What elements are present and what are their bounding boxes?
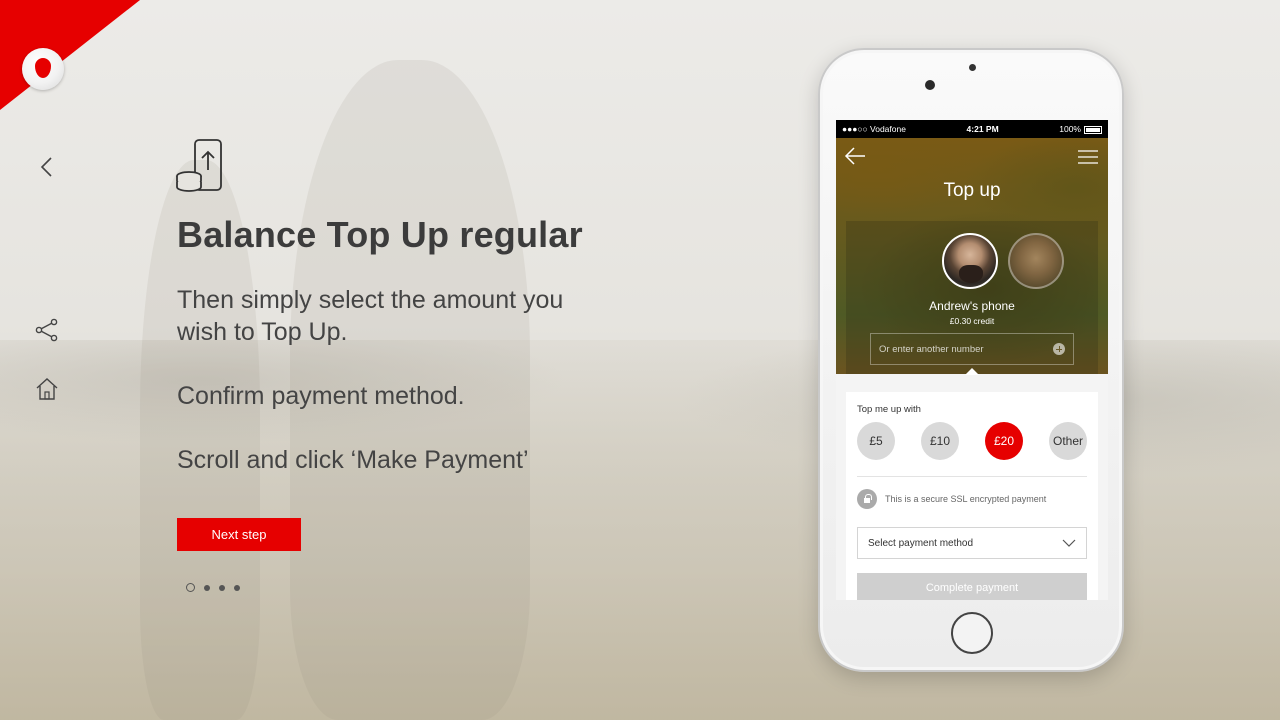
phone-screen: ●●●○○ Vodafone 4:21 PM 100% Top up Andre… [836,120,1108,600]
contact-panel: Andrew's phone £0.30 credit Or enter ano… [846,221,1098,374]
amount-option-selected[interactable]: £20 [985,422,1023,460]
battery-icon [1084,125,1102,134]
pagination-dots [186,583,240,592]
panel-pointer [965,368,979,375]
brand-corner [0,0,140,110]
pagination-dot[interactable] [234,584,240,591]
chevron-down-icon [1062,539,1076,547]
pagination-dot[interactable] [219,584,225,591]
instruction-steps: Then simply select the amount you wish t… [177,284,597,508]
complete-payment-button[interactable]: Complete payment [857,573,1087,600]
secure-text: This is a secure SSL encrypted payment [885,494,1047,504]
chevron-left-icon[interactable] [34,154,60,180]
topup-label: Top me up with [857,404,921,415]
share-icon[interactable] [34,317,60,343]
amount-option-other[interactable]: Other [1049,422,1087,460]
phone-sensor [969,64,976,71]
divider [857,476,1087,477]
home-icon[interactable] [34,376,60,402]
app-title: Top up [943,180,1001,201]
amount-option[interactable]: £5 [857,422,895,460]
next-step-button[interactable]: Next step [177,518,301,551]
status-carrier: ●●●○○ Vodafone [842,124,906,134]
add-number-plus-icon[interactable] [1053,343,1065,355]
other-number-input[interactable]: Or enter another number [870,333,1074,365]
topup-card: Top me up with £5 £10 £20 Other This is … [846,392,1098,600]
pagination-dot[interactable] [204,584,210,591]
payment-method-select[interactable]: Select payment method [857,527,1087,559]
back-arrow-icon[interactable] [844,146,866,166]
phone-mockup: ●●●○○ Vodafone 4:21 PM 100% Top up Andre… [818,48,1124,672]
phone-camera [925,80,935,90]
pagination-dot-active[interactable] [186,583,195,592]
status-bar: ●●●○○ Vodafone 4:21 PM 100% [836,120,1108,138]
step-text: Scroll and click ‘Make Payment’ [177,446,529,474]
phone-topup-coins-icon [176,139,222,192]
contact-avatar-andrew[interactable] [942,233,998,289]
hamburger-menu-icon[interactable] [1078,150,1098,164]
step-text: Confirm payment method. [177,382,465,410]
secure-notice: This is a secure SSL encrypted payment [857,489,1087,509]
status-battery-group: 100% [1059,124,1102,134]
amount-options: £5 £10 £20 Other [857,422,1087,460]
contact-avatar-secondary[interactable] [1008,233,1064,289]
status-battery: 100% [1059,124,1081,134]
payment-method-value: Select payment method [868,537,974,549]
step-text: Then simply select the amount you wish t… [177,286,564,346]
phone-home-button[interactable] [951,612,993,654]
lock-icon [857,489,877,509]
amount-option[interactable]: £10 [921,422,959,460]
contact-name: Andrew's phone [929,299,1015,313]
status-time: 4:21 PM [966,124,999,134]
vodafone-logo-icon[interactable] [22,48,64,90]
other-number-placeholder: Or enter another number [879,343,984,355]
page-title: Balance Top Up regular [177,214,583,255]
app-header: Top up Andrew's phone £0.30 credit Or en… [836,138,1108,375]
contact-credit: £0.30 credit [949,316,995,326]
